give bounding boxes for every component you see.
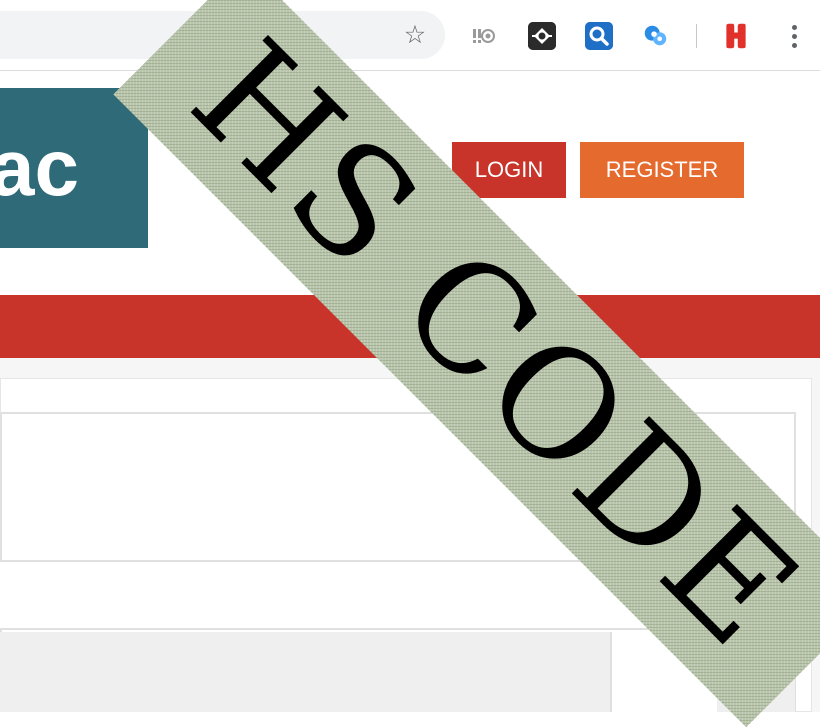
extension-icon-exclaim[interactable] — [470, 22, 498, 50]
toolbar-separator — [696, 24, 697, 48]
star-icon[interactable]: ☆ — [402, 22, 428, 48]
logo-text: ac — [0, 123, 79, 212]
extension-icon-blue[interactable] — [641, 22, 669, 50]
extension-icon-dark[interactable] — [528, 22, 556, 50]
site-logo[interactable]: ac — [0, 88, 148, 248]
extension-icon-h[interactable] — [722, 22, 750, 50]
browser-toolbar: ☆ — [0, 0, 820, 71]
menu-dots-icon[interactable] — [784, 22, 804, 50]
extension-icon-search[interactable] — [585, 22, 613, 50]
register-button[interactable]: REGISTER — [580, 142, 744, 198]
